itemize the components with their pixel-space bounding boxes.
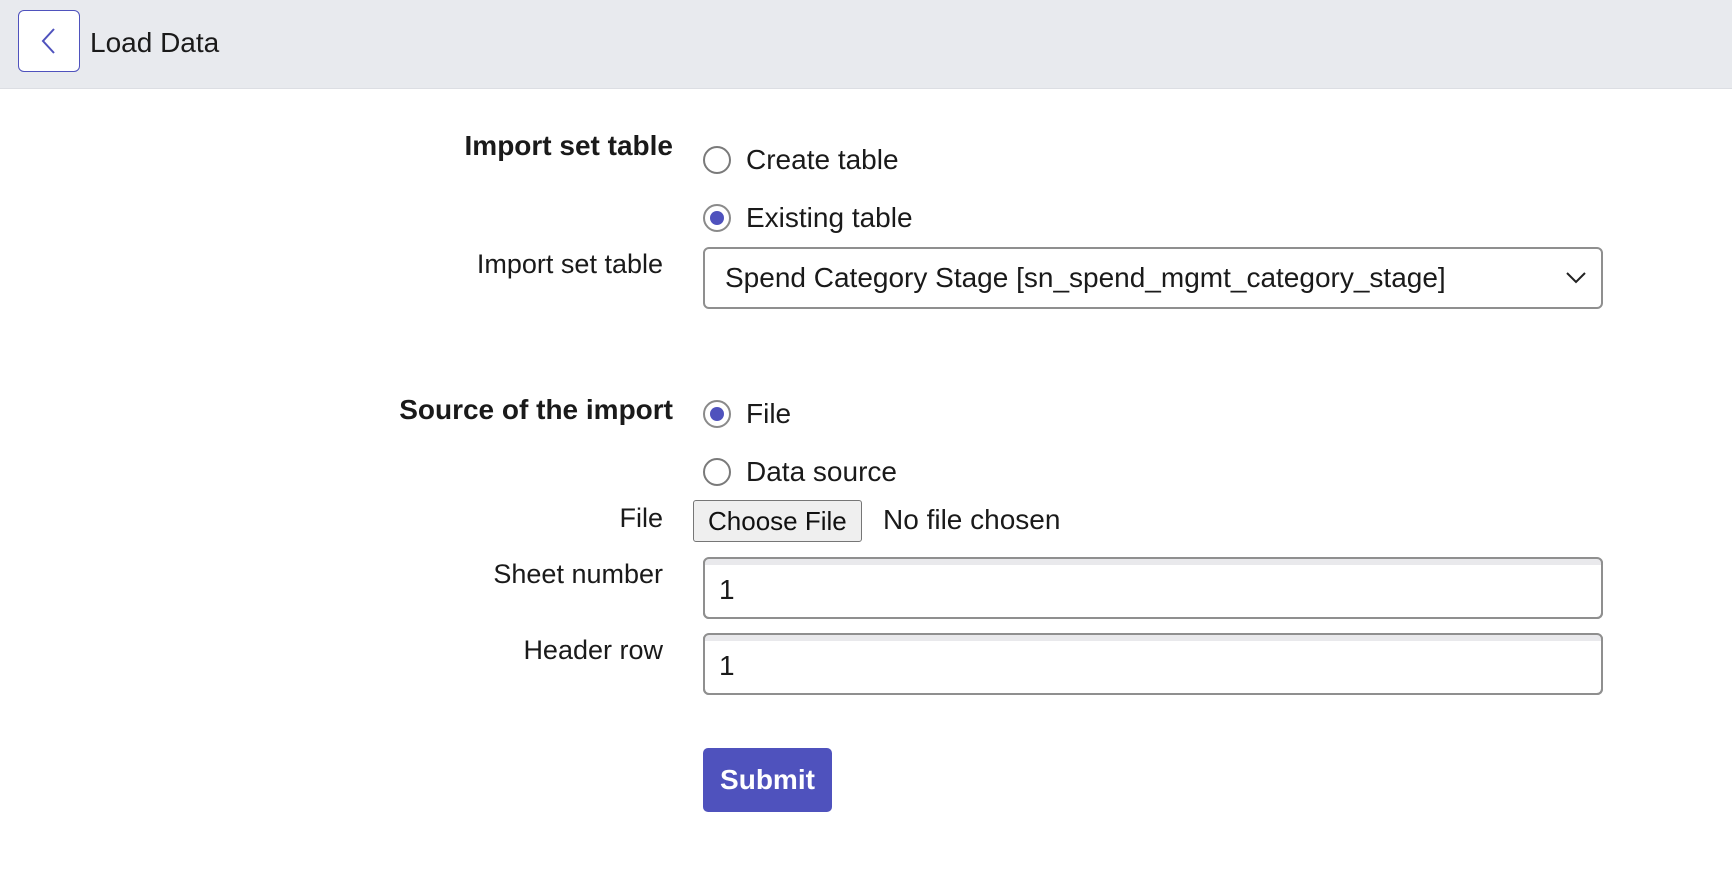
radio-data-source[interactable]: Data source [703,454,897,490]
import-set-table-group-label: Import set table [464,130,673,161]
radio-data-source-circle[interactable] [703,458,731,486]
radio-data-source-label: Data source [746,456,897,487]
back-button[interactable] [18,10,80,72]
radio-create-table-label: Create table [746,144,899,175]
radio-file[interactable]: File [703,396,791,432]
choose-file-button[interactable]: Choose File [693,500,862,542]
radio-existing-table-circle[interactable] [703,204,731,232]
chevron-down-icon [1566,272,1586,284]
sheet-number-input[interactable]: 1 [703,557,1603,619]
radio-existing-table[interactable]: Existing table [703,200,913,236]
page-title: Load Data [90,27,220,58]
radio-create-table[interactable]: Create table [703,142,899,178]
radio-existing-table-label: Existing table [746,202,913,233]
file-status-text: No file chosen [883,504,1061,535]
sheet-number-label: Sheet number [493,559,663,589]
source-group-label: Source of the import [399,394,673,425]
import-set-table-select[interactable]: Spend Category Stage [sn_spend_mgmt_cate… [703,247,1603,309]
page-header: Load Data [0,0,1732,89]
radio-file-circle[interactable] [703,400,731,428]
file-label: File [619,503,663,533]
import-set-table-select-value: Spend Category Stage [sn_spend_mgmt_cate… [725,262,1446,293]
header-row-input[interactable]: 1 [703,633,1603,695]
chevron-left-icon [41,28,55,54]
header-row-label: Header row [523,635,663,665]
import-set-table-select-label: Import set table [476,249,663,279]
submit-button[interactable]: Submit [703,748,832,812]
radio-file-label: File [746,398,792,429]
radio-create-table-circle[interactable] [703,146,731,174]
